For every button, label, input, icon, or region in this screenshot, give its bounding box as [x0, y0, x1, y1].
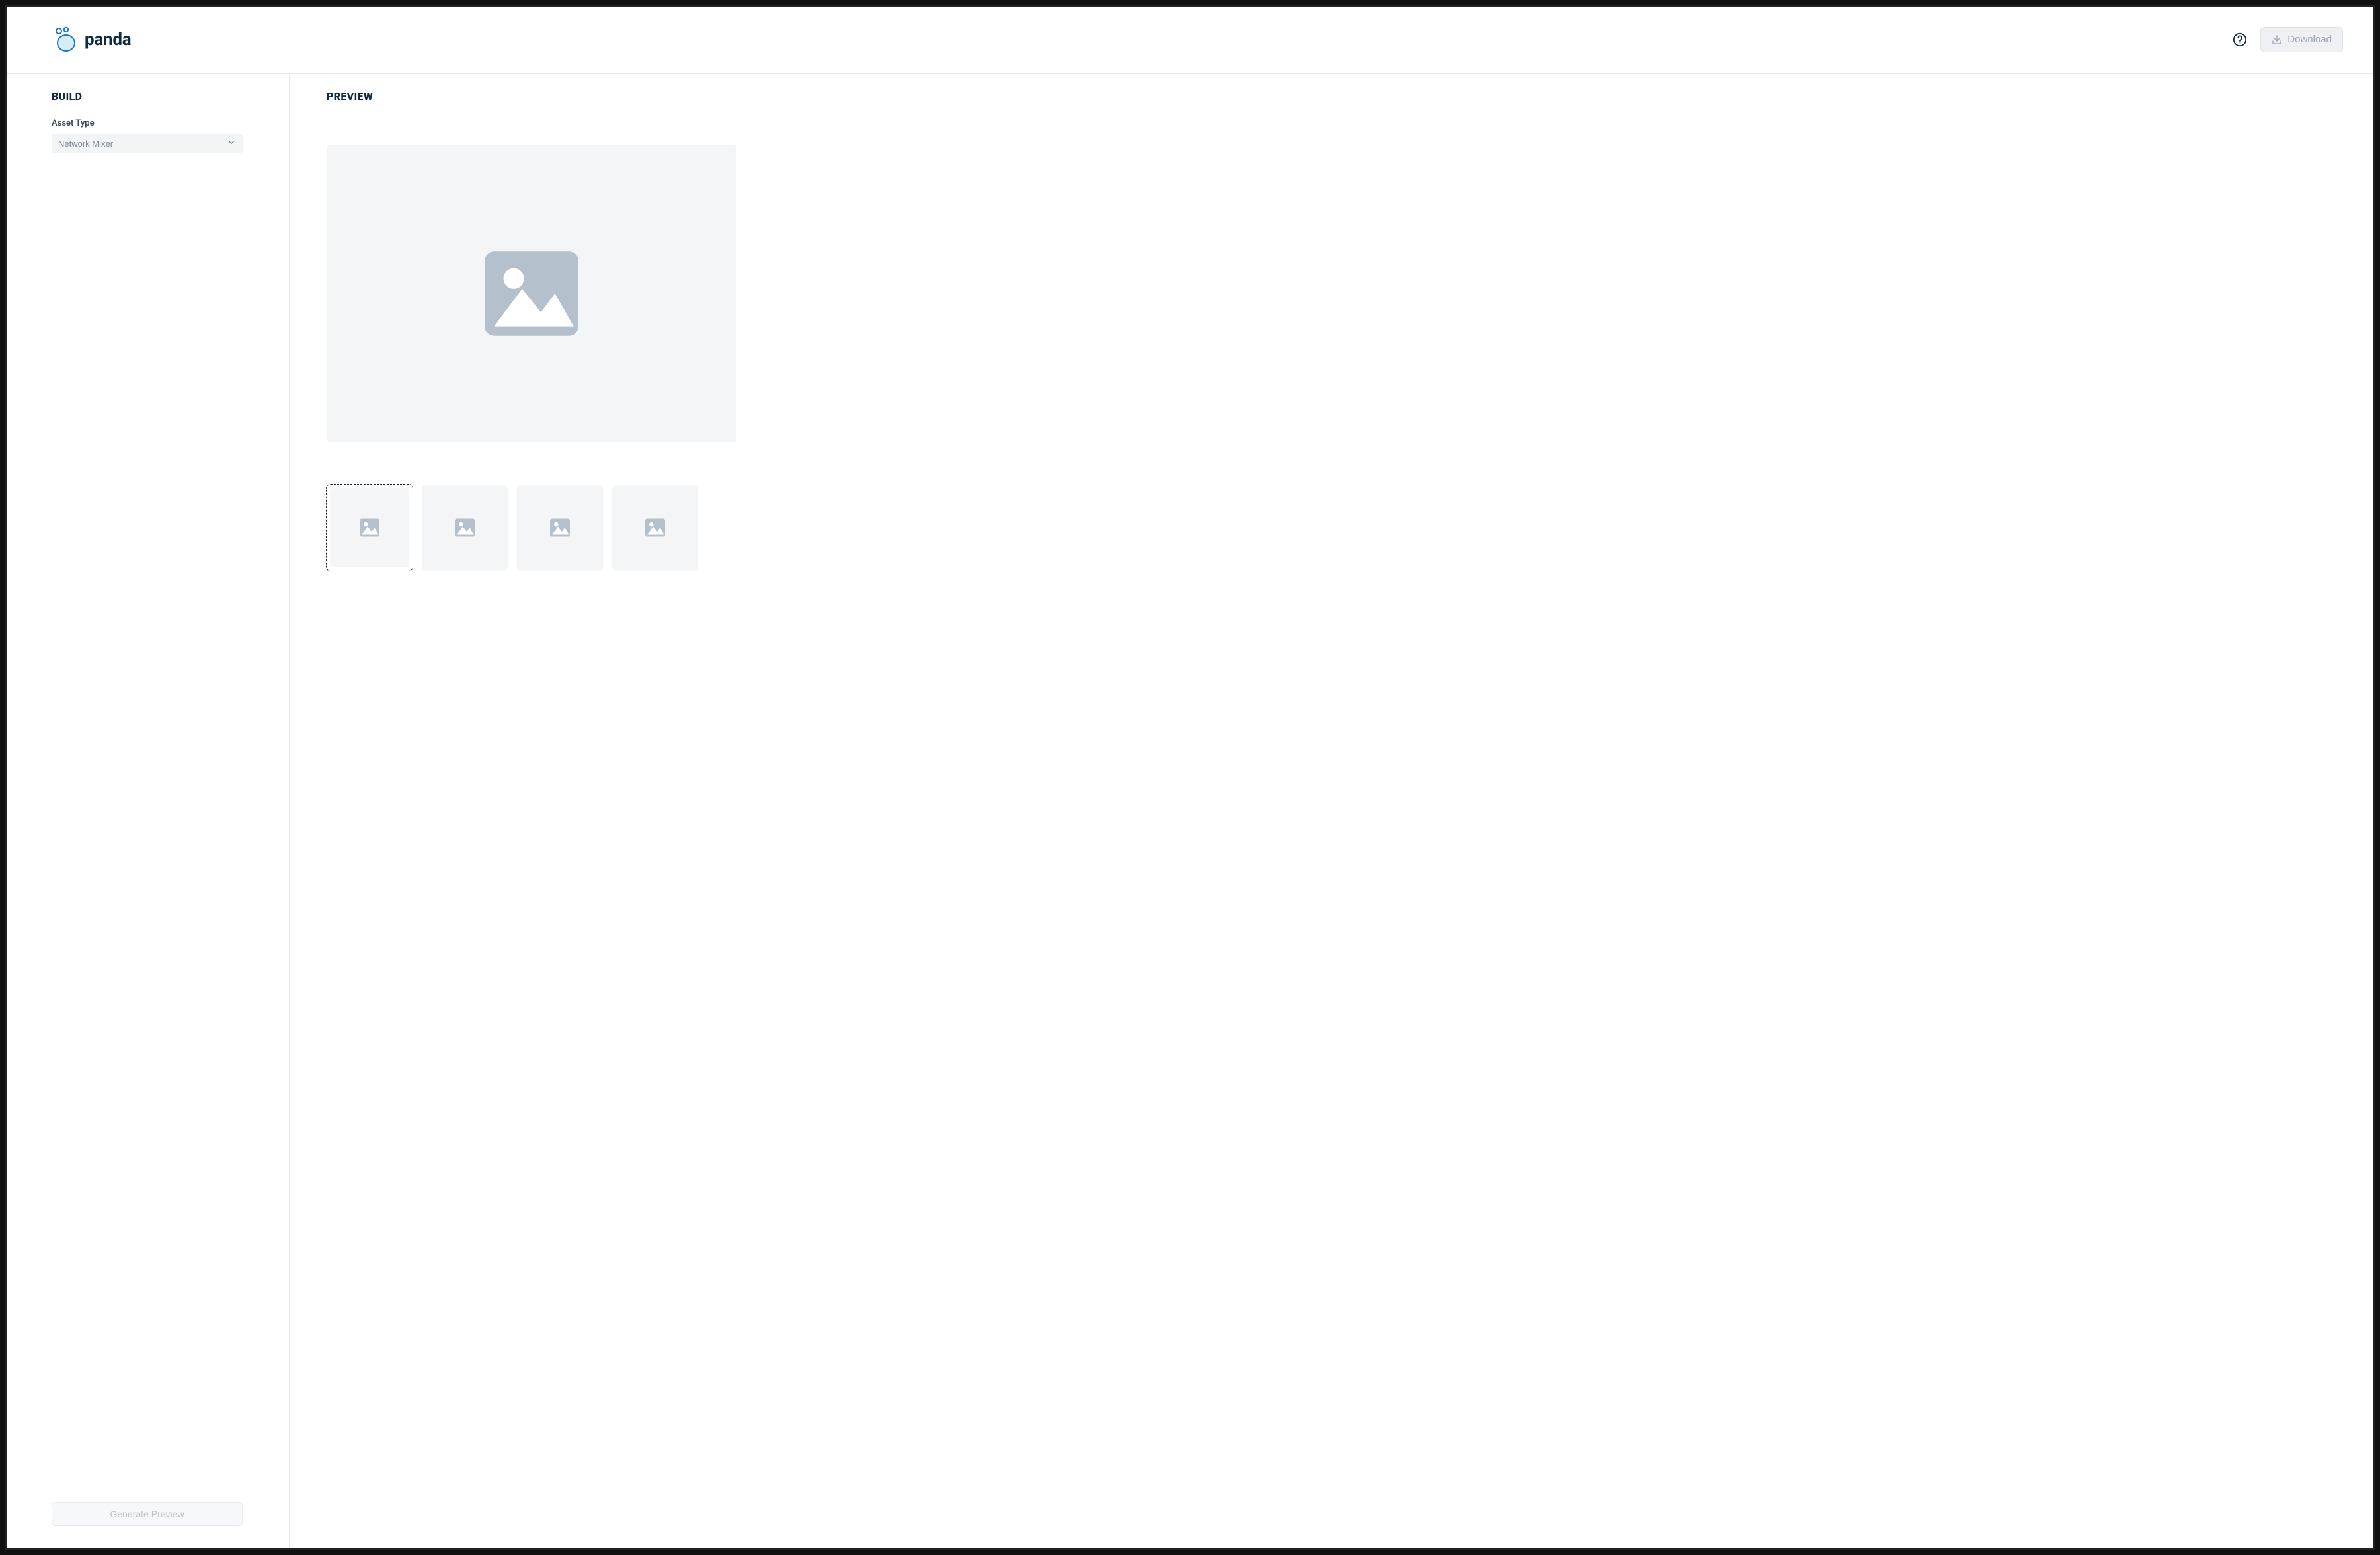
header-actions: Download: [2233, 27, 2343, 52]
asset-type-select[interactable]: [52, 134, 243, 153]
sidebar-spacer: [52, 153, 243, 1502]
thumb-inner: [330, 488, 409, 567]
preview-panel: PREVIEW: [290, 74, 2375, 1550]
image-placeholder-icon: [475, 237, 588, 350]
logo: panda: [52, 26, 131, 53]
asset-type-field: Asset Type: [52, 118, 243, 153]
image-placeholder-icon: [548, 516, 572, 539]
generate-preview-button[interactable]: Generate Preview: [52, 1502, 243, 1526]
help-icon[interactable]: [2233, 32, 2247, 47]
logo-icon: [52, 26, 79, 53]
preview-thumbnail[interactable]: [422, 485, 508, 571]
preview-thumbnail[interactable]: [327, 485, 413, 571]
header: panda Download: [5, 5, 2375, 74]
main: BUILD Asset Type Generate Preview PREVIE…: [5, 74, 2375, 1550]
build-panel: BUILD Asset Type Generate Preview: [5, 74, 290, 1550]
preview-thumbnail[interactable]: [517, 485, 603, 571]
preview-main-placeholder: [327, 145, 736, 442]
asset-type-select-wrap: [52, 134, 243, 153]
preview-title: PREVIEW: [327, 90, 2338, 102]
image-placeholder-icon: [453, 516, 477, 539]
app-frame: panda Download BUILD: [5, 5, 2375, 1550]
image-placeholder-icon: [358, 516, 381, 539]
download-label: Download: [2287, 34, 2332, 45]
download-icon: [2272, 34, 2282, 45]
download-button[interactable]: Download: [2260, 27, 2343, 52]
preview-thumbnail[interactable]: [612, 485, 698, 571]
asset-type-label: Asset Type: [52, 118, 243, 128]
preview-thumbnails: [327, 485, 2338, 571]
build-title: BUILD: [52, 90, 243, 102]
logo-text: panda: [85, 30, 131, 50]
image-placeholder-icon: [643, 516, 667, 539]
